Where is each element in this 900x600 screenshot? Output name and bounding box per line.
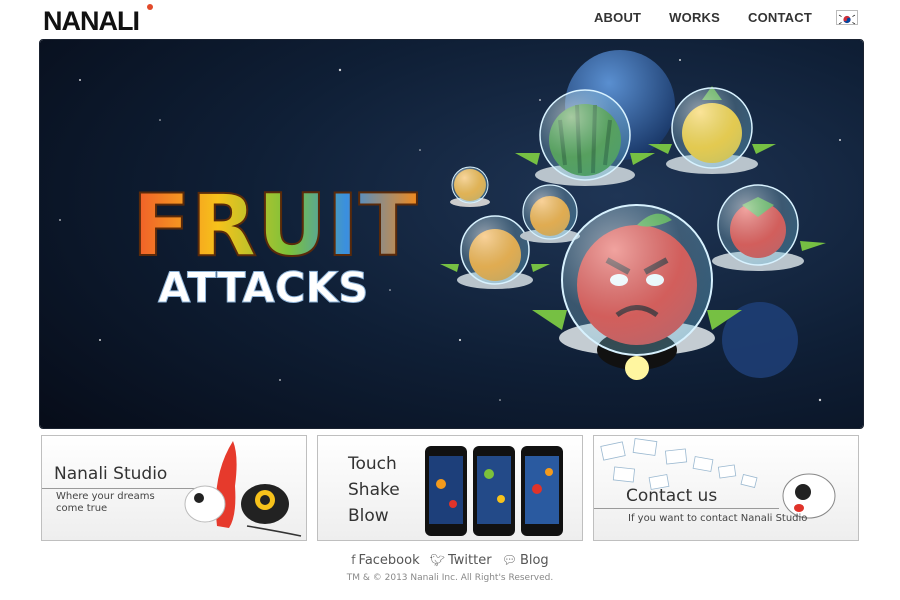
nav-about[interactable]: ABOUT (594, 10, 641, 25)
nanali-logo[interactable]: NANALI (43, 2, 155, 36)
facebook-icon: f (351, 553, 356, 567)
card-title: Nanali Studio (54, 464, 168, 484)
card-touch-shake-blow[interactable]: Touch Shake Blow (317, 435, 583, 541)
card-line-shake: Shake (348, 480, 400, 500)
svg-text:NANALI: NANALI (43, 6, 139, 36)
svg-text:ATTACKS: ATTACKS (158, 263, 368, 312)
twitter-link[interactable]: 🐦︎ Twitter (430, 553, 492, 568)
card-title: Contact us (626, 486, 718, 506)
page: NANALI ABOUT WORKS CONTACT FRUIT ATTACKS… (0, 0, 900, 600)
mascot-characters (184, 441, 302, 537)
card-subtitle-line2: come true (56, 503, 108, 514)
blog-link[interactable]: 💬︎ Blog (502, 553, 549, 568)
card-line-touch: Touch (348, 454, 397, 474)
svg-text:FRUIT: FRUIT (132, 176, 418, 276)
facebook-link[interactable]: f Facebook (351, 553, 419, 568)
nav-works[interactable]: WORKS (669, 10, 720, 25)
blog-icon: 💬︎ (501, 553, 517, 567)
card-line-blow: Blow (348, 506, 389, 526)
nav-contact[interactable]: CONTACT (748, 10, 812, 25)
card-subtitle: If you want to contact Nanali Studio (628, 513, 808, 524)
card-subtitle-line1: Where your dreams (56, 491, 155, 502)
twitter-icon: 🐦︎ (429, 553, 445, 567)
card-contact-us[interactable]: Contact us If you want to contact Nanali… (593, 435, 859, 541)
copyright: TM & © 2013 Nanali Inc. All Right's Rese… (346, 573, 554, 583)
hero-banner[interactable]: FRUIT ATTACKS (39, 39, 864, 429)
divider (594, 508, 779, 509)
korea-flag-icon[interactable] (836, 10, 858, 25)
main-nav: ABOUT WORKS CONTACT (566, 10, 858, 25)
social-links: f Facebook 🐦︎ Twitter 💬︎ Blog (0, 553, 900, 568)
phone-screenshots (425, 446, 563, 536)
card-nanali-studio[interactable]: Nanali Studio Where your dreams come tru… (41, 435, 307, 541)
